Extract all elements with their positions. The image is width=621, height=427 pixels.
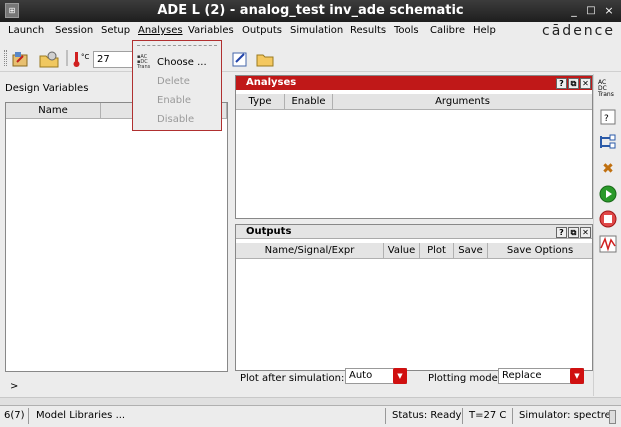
toolbar-separator [66, 50, 68, 66]
help-icon[interactable]: ? [556, 78, 567, 89]
float-icon[interactable]: ⧉ [568, 78, 579, 89]
choose-analysis-icon: ▪AC ▪DC Trans [137, 54, 151, 70]
column-value[interactable]: Value [384, 243, 420, 259]
window-title: ADE L (2) - analog_test inv_ade schemati… [157, 3, 464, 18]
analyses-header: Analyses ? ⧉ ✕ [236, 76, 592, 90]
status-separator [462, 408, 463, 424]
edit-icon[interactable] [231, 50, 249, 67]
menu-variables[interactable]: Variables [188, 25, 234, 36]
menu-calibre[interactable]: Calibre [430, 25, 465, 36]
temperature-input[interactable]: 27 [93, 51, 135, 68]
resize-grip[interactable] [609, 410, 616, 424]
plot-after-select[interactable]: Auto ▼ [345, 368, 407, 384]
status-simulator: Simulator: spectre [519, 410, 611, 421]
analyses-dropdown-menu: ▪AC ▪DC Trans Choose ... Delete Enable Dis… [132, 40, 222, 131]
menu-item-disable: Disable [157, 114, 195, 125]
menu-simulation[interactable]: Simulation [290, 25, 343, 36]
status-separator [512, 408, 513, 424]
outputs-header-buttons: ? ⧉ ✕ [555, 226, 591, 238]
run-icon[interactable] [598, 184, 618, 204]
status-bar: 6(7) Model Libraries ... Status: Ready T… [0, 405, 621, 427]
delete-icon[interactable]: ✖ [598, 159, 618, 179]
close-icon[interactable]: ✕ [580, 78, 591, 89]
analyses-panel: Analyses ? ⧉ ✕ Type Enable Arguments [235, 75, 593, 219]
plot-icon[interactable] [598, 234, 618, 254]
column-enable[interactable]: Enable [285, 94, 333, 110]
analyses-header-buttons: ? ⧉ ✕ [555, 77, 591, 89]
design-variables-table[interactable]: Name Value [5, 102, 228, 372]
cadence-logo: cādence [542, 23, 615, 39]
toolbar: °C 27 [0, 42, 621, 72]
netlist-icon[interactable] [598, 132, 618, 152]
close-button[interactable]: × [602, 4, 616, 18]
maximize-button[interactable]: □ [584, 4, 598, 18]
menu-bar: Launch Session Setup Analyses Variables … [0, 22, 621, 42]
status-separator [28, 408, 29, 424]
status-temperature: T=27 C [469, 410, 507, 421]
plotting-mode-select[interactable]: Replace ▼ [498, 368, 584, 384]
menu-launch[interactable]: Launch [8, 25, 44, 36]
minimize-button[interactable]: _ [567, 4, 581, 18]
status-count: 6(7) [4, 410, 25, 421]
menu-item-enable: Enable [157, 95, 192, 106]
column-plot[interactable]: Plot [420, 243, 454, 259]
status-ready: Status: Ready [392, 410, 462, 421]
trans-label: Trans [598, 91, 614, 98]
column-name[interactable]: Name [6, 103, 101, 119]
menu-session[interactable]: Session [55, 25, 93, 36]
variables-icon[interactable]: ? [598, 107, 618, 127]
splitter[interactable] [0, 397, 621, 405]
expand-chevron[interactable]: > [10, 381, 18, 392]
menu-item-delete: Delete [157, 76, 190, 87]
title-bar: ⊞ ADE L (2) - analog_test inv_ade schema… [0, 0, 621, 22]
open-state-icon[interactable] [11, 50, 31, 67]
stop-icon[interactable] [598, 209, 618, 229]
tearoff-line[interactable] [137, 45, 217, 46]
column-arguments[interactable]: Arguments [333, 94, 592, 110]
close-icon[interactable]: ✕ [580, 227, 591, 238]
outputs-header: Outputs ? ⧉ ✕ [236, 225, 592, 239]
status-message: Model Libraries ... [36, 410, 126, 421]
chevron-down-icon[interactable]: ▼ [570, 368, 584, 384]
folder-icon[interactable] [255, 50, 275, 67]
save-state-icon[interactable] [38, 50, 60, 68]
menu-results[interactable]: Results [350, 25, 386, 36]
outputs-panel: Outputs ? ⧉ ✕ Name/Signal/Expr Value Plot … [235, 224, 593, 371]
plot-after-label: Plot after simulation: [240, 373, 345, 384]
help-icon[interactable]: ? [556, 227, 567, 238]
status-separator [385, 408, 386, 424]
plotting-mode-label: Plotting mode: [428, 373, 502, 384]
svg-text:?: ? [604, 114, 609, 124]
analyses-title: Analyses [246, 77, 297, 88]
outputs-title: Outputs [246, 226, 292, 237]
column-save[interactable]: Save [454, 243, 488, 259]
column-type[interactable]: Type [236, 94, 285, 110]
menu-tools[interactable]: Tools [394, 25, 419, 36]
design-variables-label: Design Variables [5, 83, 89, 94]
menu-outputs[interactable]: Outputs [242, 25, 282, 36]
plotting-mode-value: Replace [502, 370, 542, 381]
menu-item-choose[interactable]: Choose ... [157, 57, 207, 68]
column-name-signal-expr[interactable]: Name/Signal/Expr [236, 243, 384, 259]
menu-analyses[interactable]: Analyses [138, 25, 183, 36]
menu-setup[interactable]: Setup [101, 25, 130, 36]
plot-after-value: Auto [349, 370, 373, 381]
ac-dc-trans-icon[interactable]: AC DC Trans [598, 80, 618, 100]
right-toolbar: AC DC Trans ? ✖ [593, 74, 621, 396]
temp-unit-text: °C [81, 53, 90, 61]
float-icon[interactable]: ⧉ [568, 227, 579, 238]
menu-help[interactable]: Help [473, 25, 496, 36]
toolbar-grip [4, 50, 7, 66]
chevron-down-icon[interactable]: ▼ [393, 368, 407, 384]
thermometer-icon: °C [72, 50, 90, 67]
column-save-options[interactable]: Save Options [488, 243, 592, 259]
